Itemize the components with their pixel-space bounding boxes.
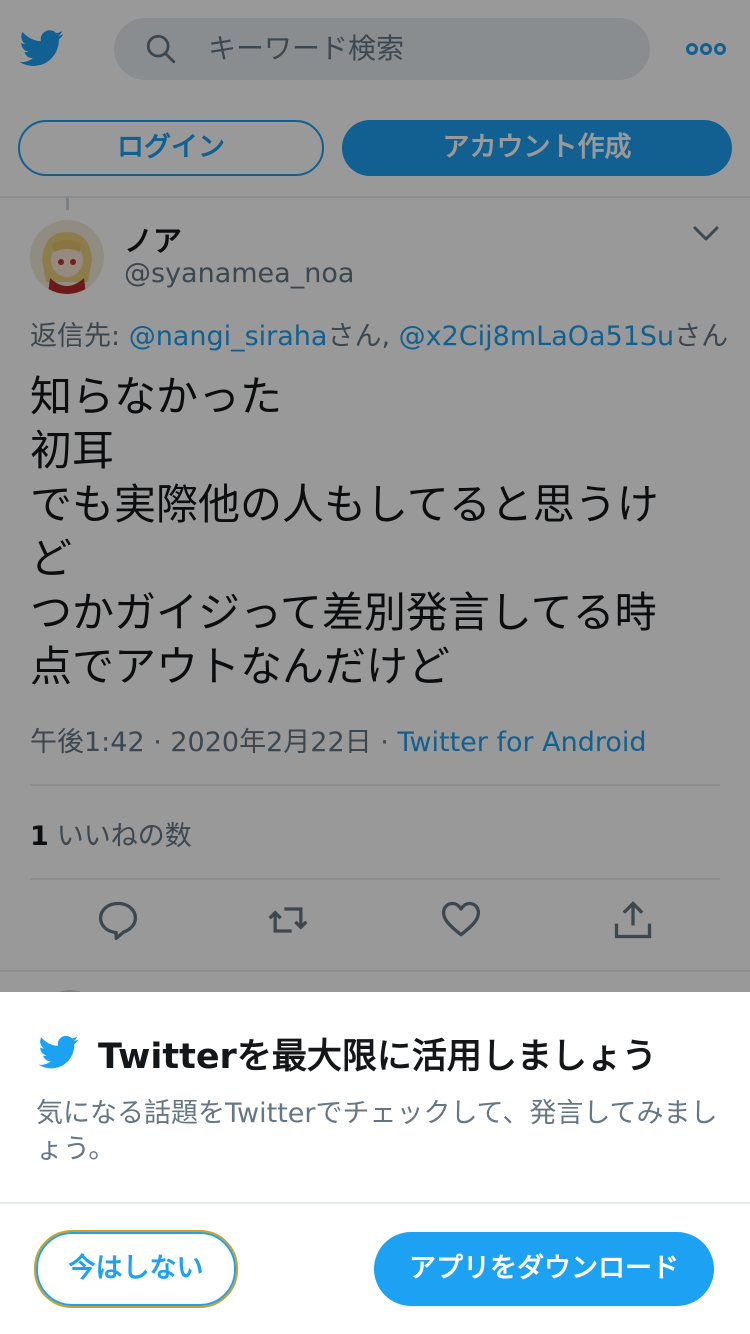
sheet-description: 気になる話題をTwitterでチェックして、発言してみましょう。: [36, 1098, 718, 1165]
twitter-logo-icon: [38, 1035, 79, 1069]
modal-backdrop[interactable]: [0, 0, 750, 992]
sheet-title: Twitterを最大限に活用しましょう: [98, 1037, 657, 1077]
app-promo-sheet: Twitterを最大限に活用しましょう 気になる話題をTwitterでチェックし…: [0, 992, 750, 1334]
download-app-button[interactable]: アプリをダウンロード: [374, 1232, 714, 1306]
not-now-button[interactable]: 今はしない: [34, 1230, 238, 1308]
divider: [0, 1202, 750, 1204]
